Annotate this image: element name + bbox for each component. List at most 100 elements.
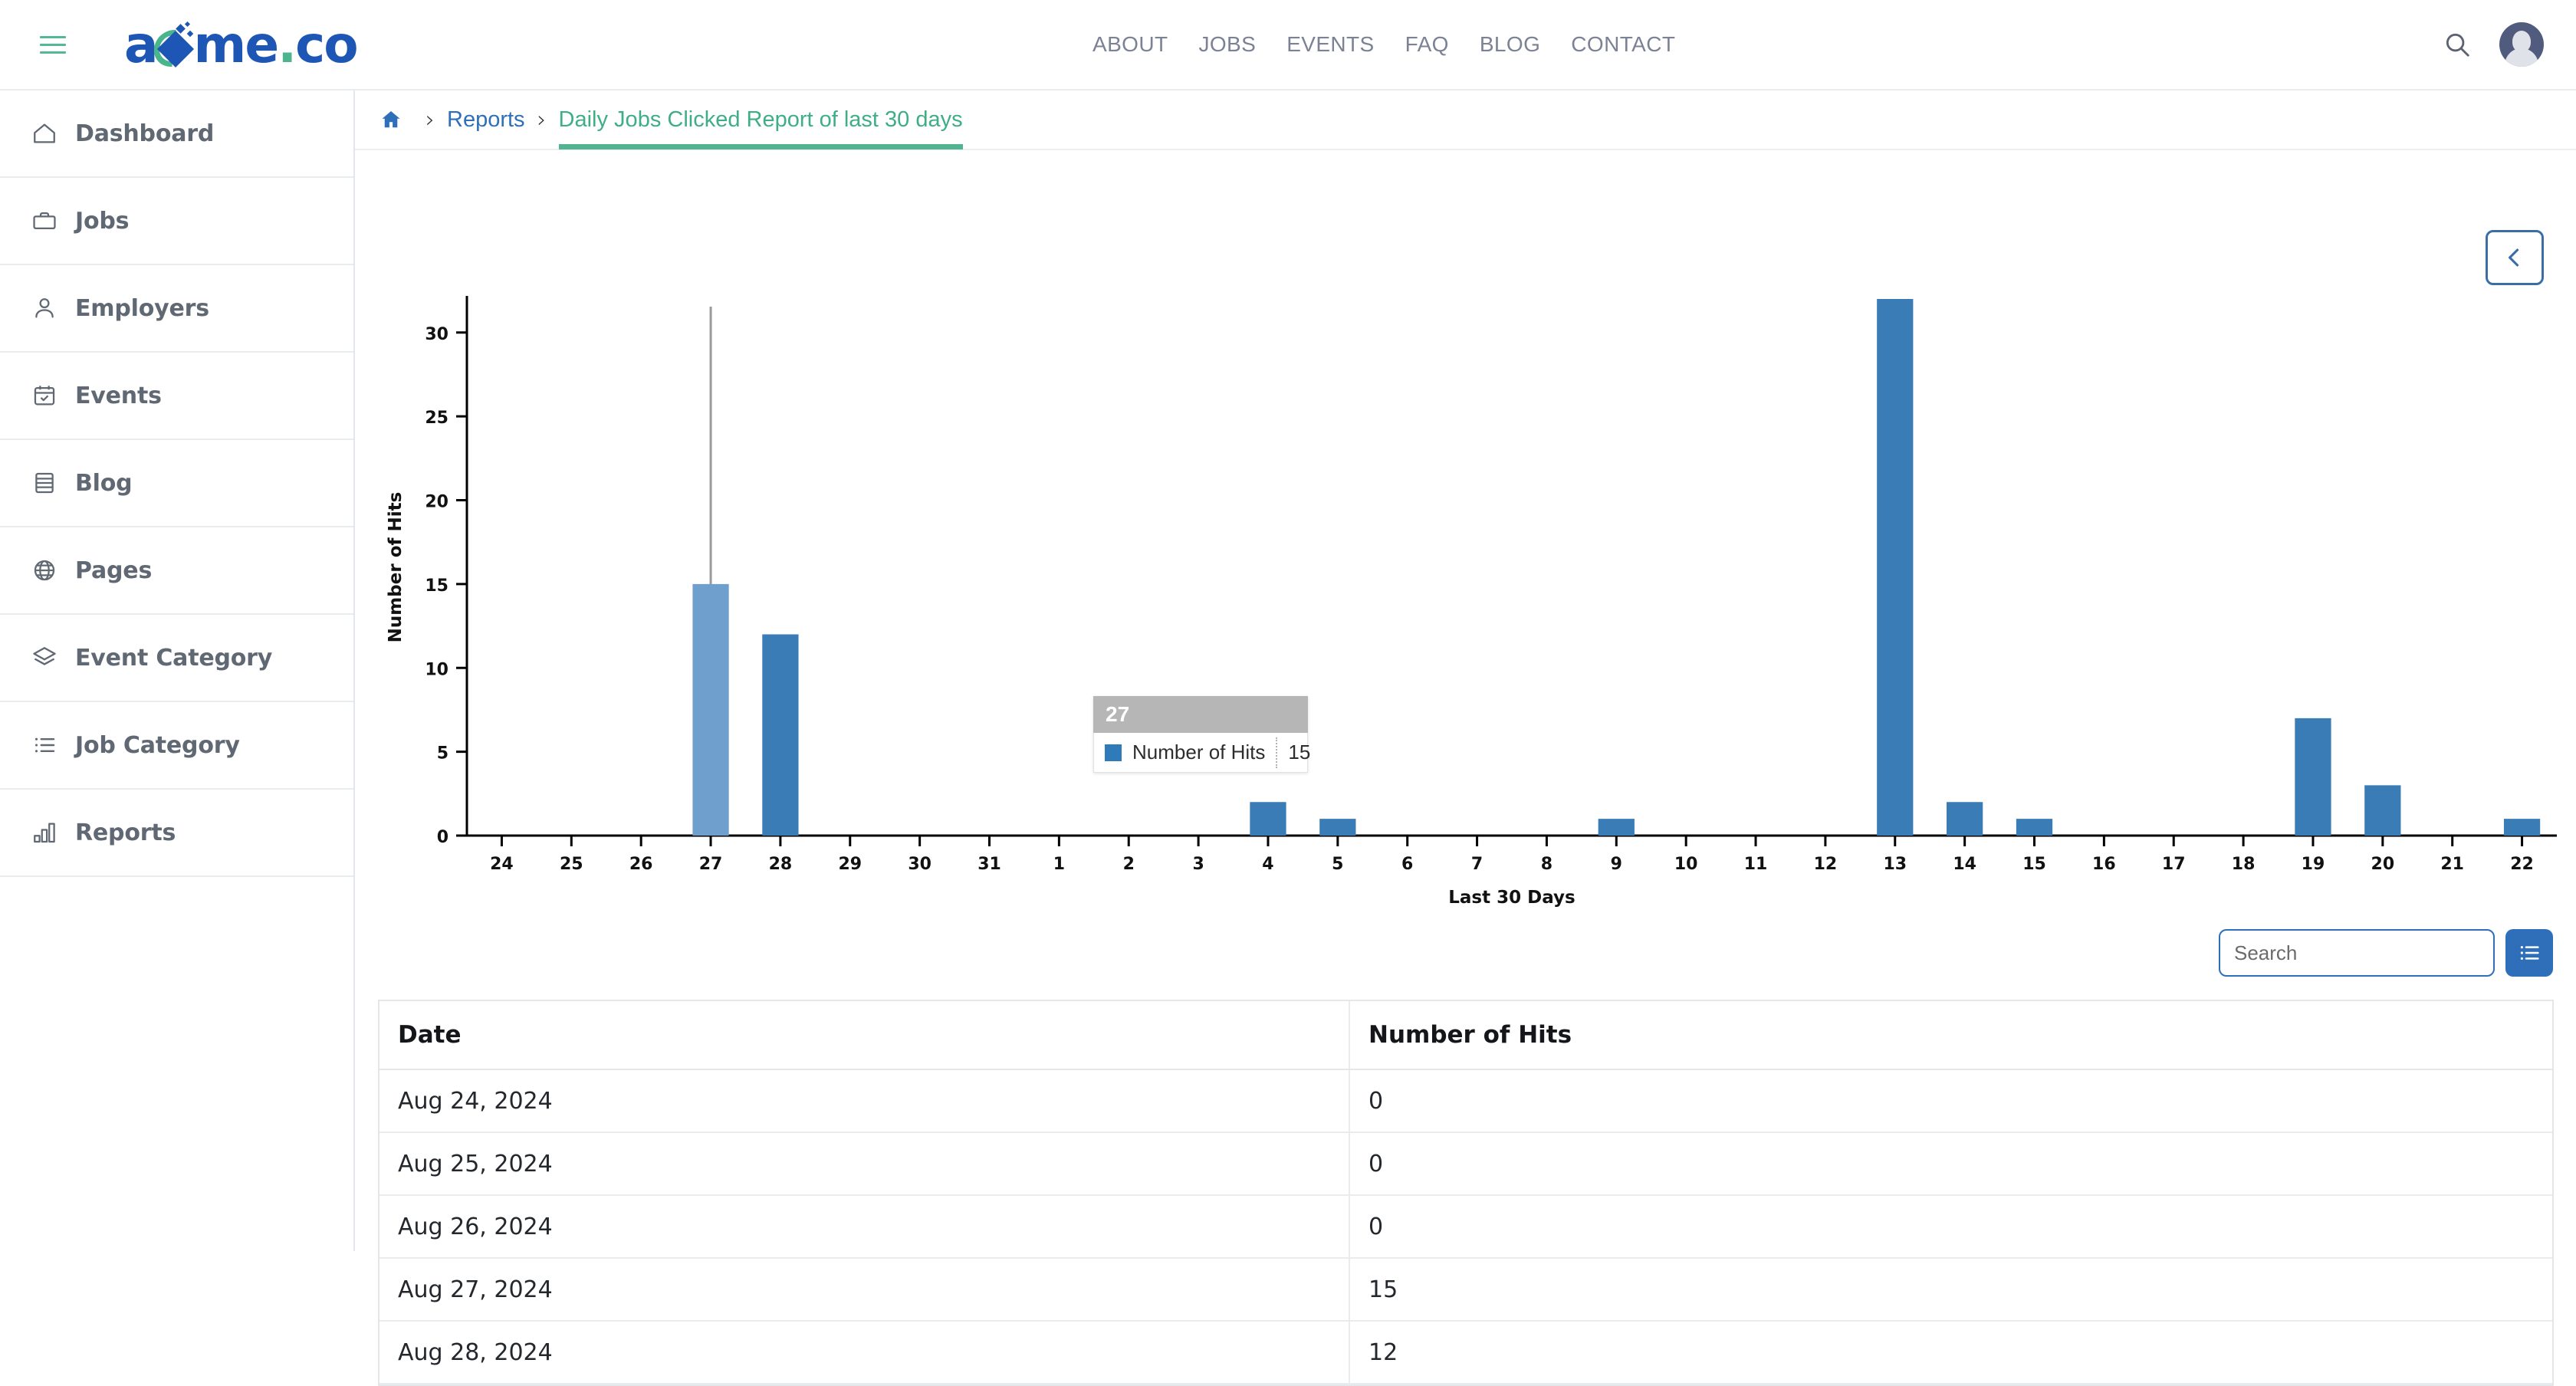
chart-bar[interactable] <box>1598 819 1635 836</box>
x-tick-label: 13 <box>1883 855 1907 874</box>
sidebar-item-event-category[interactable]: Event Category <box>0 615 353 702</box>
x-tick-label: 2 <box>1123 855 1135 874</box>
nav-item-faq[interactable]: FAQ <box>1405 32 1449 57</box>
sidebar-item-jobs[interactable]: Jobs <box>0 178 353 265</box>
nav-item-about[interactable]: ABOUT <box>1092 32 1168 57</box>
x-tick-label: 10 <box>1674 855 1698 874</box>
top-header-bar: a me . co ABOUT JOBS EVENTS FAQ BLOG CON… <box>0 0 2576 90</box>
x-tick-label: 21 <box>2440 855 2464 874</box>
hamburger-menu-icon[interactable] <box>40 31 71 57</box>
hamburger-line <box>40 51 66 54</box>
sidebar-item-events[interactable]: Events <box>0 353 353 440</box>
cell-hits: 15 <box>1349 1258 2552 1322</box>
person-icon <box>28 291 61 325</box>
y-tick-label: 0 <box>437 828 449 847</box>
chart-bar[interactable] <box>762 634 799 836</box>
breadcrumb-item-active[interactable]: Daily Jobs Clicked Report of last 30 day… <box>558 90 963 149</box>
sidebar-item-label: Blog <box>75 469 133 497</box>
calendar-check-icon <box>28 379 61 412</box>
y-tick-label: 25 <box>425 409 449 428</box>
cell-hits: 0 <box>1349 1132 2552 1196</box>
x-tick-label: 31 <box>978 855 1001 874</box>
tooltip-body: Number of Hits 15 <box>1093 733 1310 773</box>
x-tick-label: 27 <box>699 855 723 874</box>
list-icon <box>2520 946 2539 960</box>
chart-bar[interactable] <box>2364 785 2401 836</box>
bar-chart-icon <box>28 816 61 849</box>
site-logo[interactable]: a me . co <box>124 15 359 74</box>
x-tick-label: 22 <box>2510 855 2534 874</box>
sidebar-item-blog[interactable]: Blog <box>0 440 353 527</box>
home-icon[interactable] <box>380 108 402 131</box>
table-row[interactable]: Aug 25, 2024 0 <box>380 1132 2552 1196</box>
x-tick-label: 20 <box>2371 855 2395 874</box>
search-icon[interactable] <box>2443 30 2472 59</box>
cell-date: Aug 27, 2024 <box>380 1258 1350 1322</box>
x-tick-label: 17 <box>2162 855 2186 874</box>
cell-hits: 0 <box>1349 1195 2552 1259</box>
chart-bar[interactable] <box>692 583 729 836</box>
chart-bar[interactable] <box>2503 819 2541 836</box>
cell-date: Aug 24, 2024 <box>380 1069 1350 1133</box>
logo-text-co: co <box>295 15 358 74</box>
report-table: Date Number of Hits Aug 24, 2024 0 Aug 25,… <box>378 1000 2554 1386</box>
column-header-hits[interactable]: Number of Hits <box>1349 1001 2552 1070</box>
x-tick-label: 7 <box>1471 855 1483 874</box>
logo-diamond-icon <box>152 21 197 67</box>
list-icon <box>28 728 61 762</box>
table-body: Aug 24, 2024 0 Aug 25, 2024 0 Aug 26, 2024 0 A… <box>380 1069 2552 1384</box>
y-tick-label: 30 <box>425 325 449 344</box>
sidebar: Dashboard Jobs Employers Events Blog Pag… <box>0 90 355 1251</box>
x-tick-label: 29 <box>838 855 862 874</box>
sidebar-item-label: Events <box>75 382 162 409</box>
x-tick-label: 11 <box>1744 855 1768 874</box>
search-input[interactable] <box>2219 929 2495 977</box>
avatar[interactable] <box>2499 22 2544 67</box>
breadcrumb-separator: › <box>537 106 547 133</box>
collapse-panel-button[interactable] <box>2486 230 2544 285</box>
chart-bar[interactable] <box>1877 299 1914 836</box>
sidebar-item-label: Dashboard <box>75 120 215 147</box>
chart-bar[interactable] <box>1947 802 1983 836</box>
sidebar-item-pages[interactable]: Pages <box>0 527 353 615</box>
table-row[interactable]: Aug 24, 2024 0 <box>380 1069 2552 1133</box>
x-tick-label: 26 <box>629 855 653 874</box>
breadcrumb-item-reports[interactable]: Reports <box>447 107 525 133</box>
hamburger-line <box>40 35 66 38</box>
x-tick-label: 18 <box>2232 855 2256 874</box>
nav-item-contact[interactable]: CONTACT <box>1571 32 1675 57</box>
x-axis-title: Last 30 Days <box>1448 888 1575 908</box>
hamburger-line <box>40 43 66 46</box>
globe-icon <box>28 553 61 587</box>
nav-item-blog[interactable]: BLOG <box>1480 32 1540 57</box>
chart-bar[interactable] <box>1250 802 1286 836</box>
sidebar-item-dashboard[interactable]: Dashboard <box>0 90 353 178</box>
x-tick-label: 6 <box>1401 855 1413 874</box>
y-tick-label: 20 <box>425 493 449 512</box>
breadcrumb-separator: › <box>426 106 435 133</box>
sidebar-item-job-category[interactable]: Job Category <box>0 702 353 790</box>
x-tick-label: 4 <box>1262 855 1273 874</box>
nav-item-events[interactable]: EVENTS <box>1286 32 1374 57</box>
sidebar-item-employers[interactable]: Employers <box>0 265 353 353</box>
column-header-date[interactable]: Date <box>380 1001 1350 1070</box>
table-row[interactable]: Aug 28, 2024 12 <box>380 1321 2552 1384</box>
chart-bar[interactable] <box>2016 819 2053 836</box>
table-row[interactable]: Aug 26, 2024 0 <box>380 1195 2552 1259</box>
sidebar-item-reports[interactable]: Reports <box>0 790 353 877</box>
chart-bar[interactable] <box>1319 819 1356 836</box>
sidebar-item-label: Pages <box>75 557 153 584</box>
chart-svg[interactable]: 051015202530Number of Hits24 25 26 27 28 29 30… <box>355 279 2576 931</box>
nav-item-jobs[interactable]: JOBS <box>1198 32 1256 57</box>
chart-bar[interactable] <box>2295 718 2331 836</box>
column-visibility-button[interactable] <box>2505 929 2553 977</box>
cell-hits: 0 <box>1349 1069 2552 1133</box>
x-tick-label: 25 <box>560 855 583 874</box>
x-tick-label: 9 <box>1611 855 1622 874</box>
cell-hits: 12 <box>1349 1321 2552 1384</box>
table-row[interactable]: Aug 27, 2024 15 <box>380 1258 2552 1322</box>
tooltip-divider <box>1276 737 1278 768</box>
home-icon <box>28 117 61 150</box>
main-navigation: ABOUT JOBS EVENTS FAQ BLOG CONTACT <box>1092 32 1675 57</box>
tooltip-series-swatch <box>1105 744 1122 761</box>
